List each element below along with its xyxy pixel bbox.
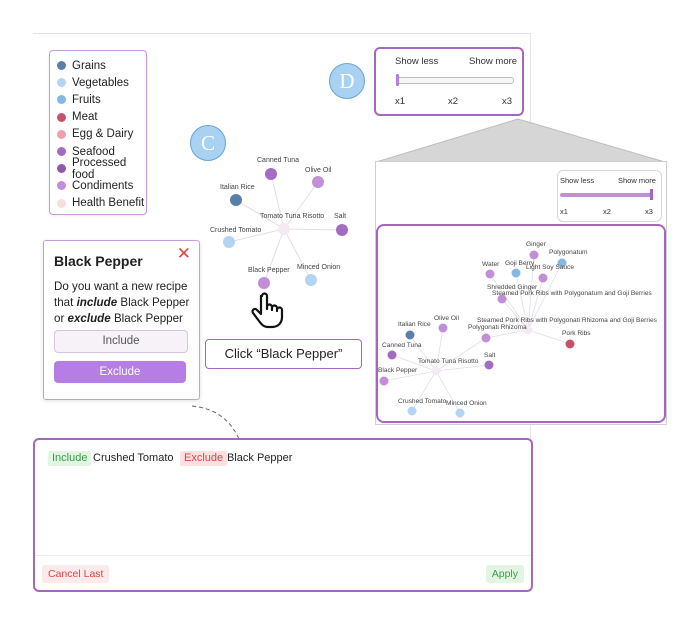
node-label: Ginger: [526, 241, 547, 248]
popup-text: or: [54, 312, 68, 325]
include-keyword: include: [76, 296, 118, 309]
node-label: Steamed Pork Ribs with Polygonati Rhizom…: [477, 317, 658, 324]
node-label: Salt: [484, 352, 496, 359]
ingredient-popup: Black Pepper ✕ Do you want a new recipe …: [43, 240, 200, 400]
include-tag: Include: [48, 451, 92, 466]
node-label: Canned Tuna: [382, 342, 422, 349]
node-label: Water: [482, 261, 500, 268]
zoom-slider-track[interactable]: [560, 193, 652, 197]
node-label: Canned Tuna: [257, 157, 299, 164]
node-crushed-tomato[interactable]: [223, 236, 235, 248]
node-label: Salt: [334, 213, 346, 220]
node-label: Tomato Tuna Risotto: [418, 358, 479, 365]
cancel-last-button[interactable]: Cancel Last: [42, 565, 110, 583]
zoomed-recipe-graph: Ginger Polygonatum Water Goji Berry Ligh…: [378, 241, 658, 418]
node-label: Polygonatum: [549, 249, 588, 256]
zoom-slider-panel: Show less Show more x1 x2 x3: [557, 170, 662, 222]
node-salt[interactable]: [336, 224, 348, 236]
popup-text: Black Pepper: [117, 296, 190, 309]
node-black-pepper[interactable]: [258, 277, 270, 289]
included-ingredient[interactable]: Crushed Tomato: [93, 451, 174, 466]
popup-title: Black Pepper: [54, 253, 143, 269]
node-label: Pork Ribs: [562, 330, 591, 337]
node-minced-onion[interactable]: [305, 274, 317, 286]
slider-tick-label: x1: [560, 207, 568, 216]
node-label: Light Soy Sauce: [526, 264, 574, 271]
query-builder-panel: Include Crushed Tomato Exclude Black Pep…: [33, 438, 533, 592]
slider-tick-label: x3: [645, 207, 653, 216]
include-button[interactable]: Include: [54, 330, 188, 353]
excluded-ingredient[interactable]: Black Pepper: [227, 451, 292, 466]
node-label: Polygonati Rhizoma: [468, 324, 527, 331]
node-label: Olive Oil: [305, 167, 332, 174]
node-label: Crushed Tomato: [210, 227, 261, 234]
zoomed-view-panel: Show less Show more x1 x2 x3 Ginger Poly…: [375, 161, 667, 425]
recipe-graph: Canned Tuna Olive Oil Italian Rice Tomat…: [210, 157, 348, 289]
close-icon[interactable]: ✕: [177, 244, 191, 264]
node-olive-oil[interactable]: [312, 176, 324, 188]
popup-question: Do you want a new recipe that include Bl…: [54, 279, 196, 327]
popup-text: Do you want a new recipe: [54, 280, 188, 293]
popup-text: that: [54, 296, 77, 309]
slider-tick-label: x2: [603, 207, 611, 216]
hand-pointer-icon: [251, 292, 284, 329]
node-label: Black Pepper: [248, 267, 290, 274]
node-canned-tuna[interactable]: [265, 168, 277, 180]
show-more-label: Show more: [618, 176, 656, 185]
node-italian-rice[interactable]: [230, 194, 242, 206]
exclude-button[interactable]: Exclude: [54, 361, 186, 383]
node-label: Minced Onion: [297, 264, 340, 271]
center-node[interactable]: [278, 223, 290, 235]
node-label: Italian Rice: [220, 184, 255, 191]
node-label: Steamed Pork Ribs with Polygonatum and G…: [492, 290, 652, 297]
show-less-label: Show less: [560, 176, 595, 185]
node-label: Tomato Tuna Risotto: [260, 213, 324, 220]
apply-button[interactable]: Apply: [485, 565, 524, 583]
node-label: Minced Onion: [446, 400, 487, 407]
node-label: Crushed Tomato: [398, 398, 447, 405]
click-instruction: Click “Black Pepper”: [205, 339, 362, 369]
popup-text: Black Pepper: [110, 312, 183, 325]
exclude-tag: Exclude: [180, 451, 228, 466]
panel-divider: [35, 555, 531, 556]
zoom-slider-thumb[interactable]: [650, 189, 653, 200]
node-label: Black Pepper: [378, 367, 418, 374]
node-label: Italian Rice: [398, 321, 431, 328]
exclude-keyword: exclude: [67, 312, 111, 325]
node-label: Olive Oil: [434, 315, 459, 322]
